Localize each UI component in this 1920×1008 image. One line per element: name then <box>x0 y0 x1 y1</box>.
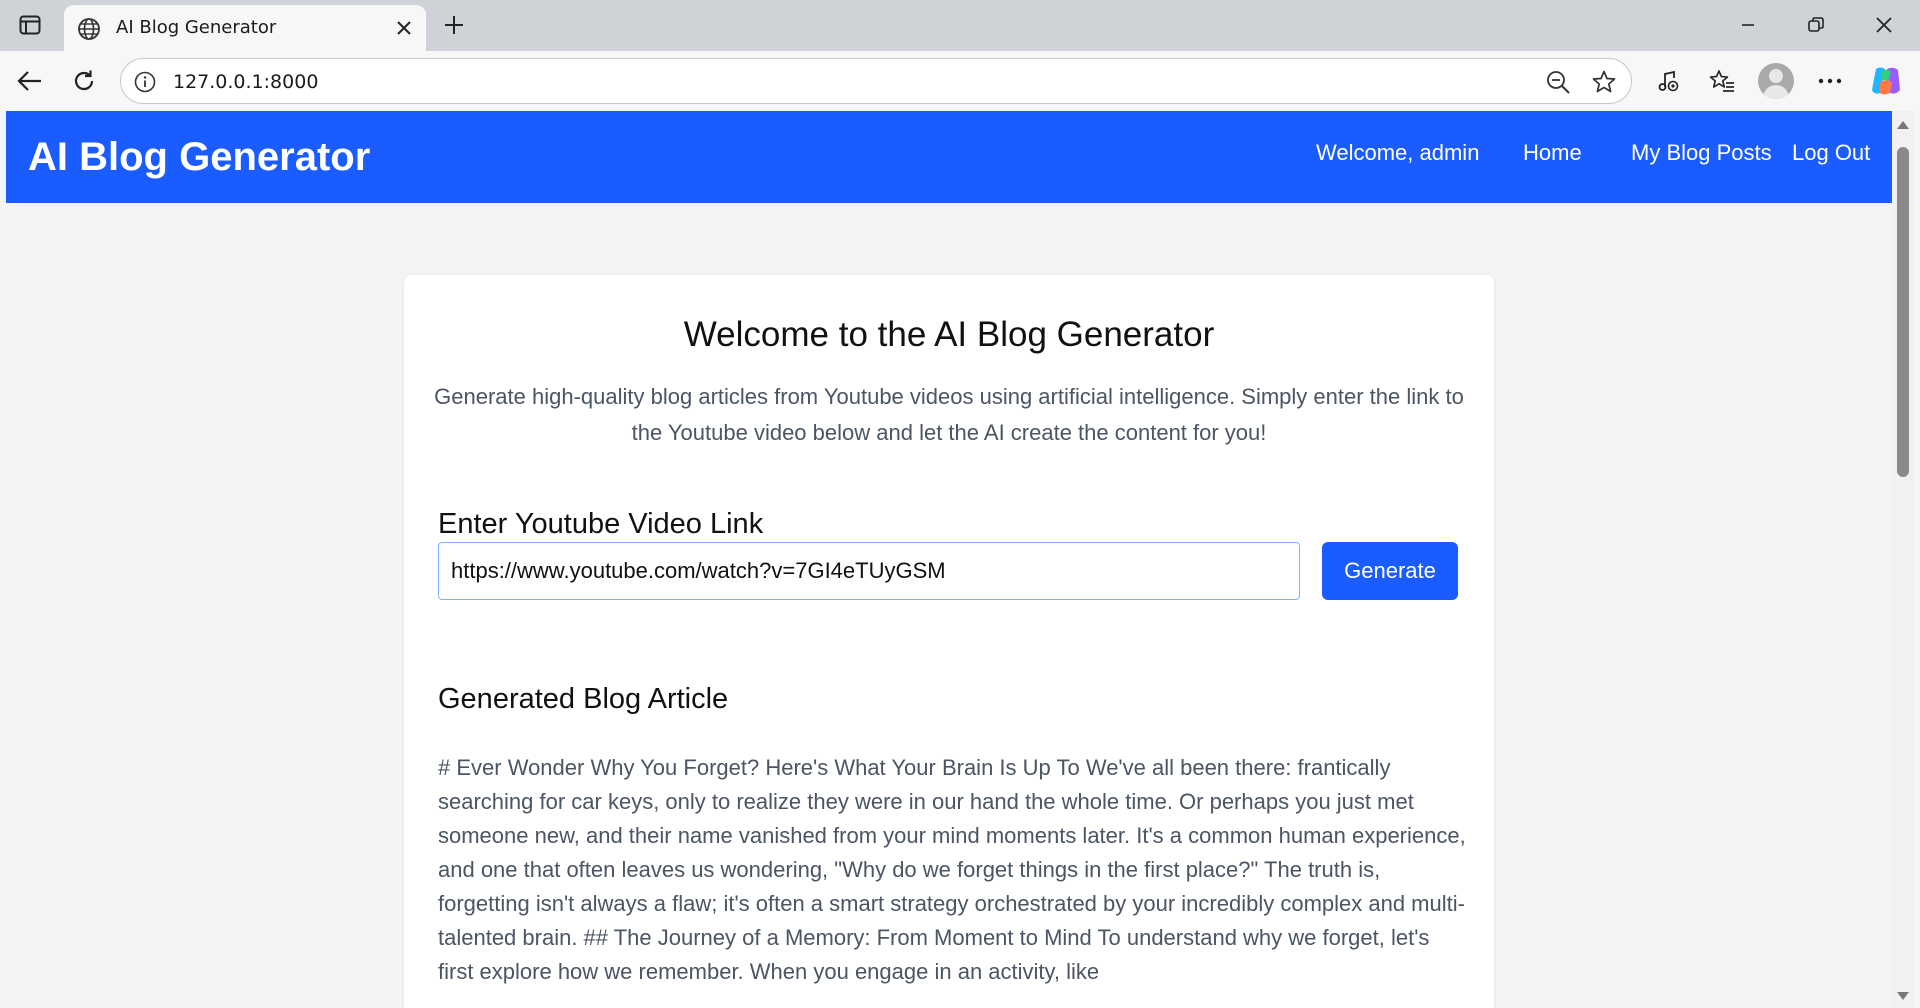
restore-icon[interactable] <box>1792 8 1840 42</box>
brand-title[interactable]: AI Blog Generator <box>28 135 370 180</box>
address-bar[interactable]: 127.0.0.1:8000 <box>120 58 1632 104</box>
page-title: Welcome to the AI Blog Generator <box>683 315 1215 354</box>
copilot-icon[interactable] <box>1868 63 1904 99</box>
browser-toolbar: 127.0.0.1:8000 <box>0 51 1920 111</box>
browser-tab[interactable]: AI Blog Generator <box>64 5 426 51</box>
generate-button[interactable]: Generate <box>1322 542 1458 600</box>
more-options-icon[interactable] <box>1812 63 1848 99</box>
zoom-out-icon[interactable] <box>1545 69 1571 95</box>
minimize-icon[interactable] <box>1724 8 1772 42</box>
favorite-star-icon[interactable] <box>1591 69 1617 95</box>
url-text: 127.0.0.1:8000 <box>173 71 319 93</box>
article-heading: Generated Blog Article <box>438 683 729 715</box>
tab-title: AI Blog Generator <box>116 17 277 38</box>
app-header: AI Blog Generator Welcome, admin Home My… <box>6 111 1892 203</box>
media-control-icon[interactable] <box>1650 63 1686 99</box>
scroll-up-arrow-icon[interactable] <box>1897 121 1909 129</box>
nav-home-link[interactable]: Home <box>1523 140 1582 166</box>
scrollbar-thumb[interactable] <box>1897 147 1909 477</box>
nav-my-blog-posts-link[interactable]: My Blog Posts <box>1631 140 1772 166</box>
back-arrow-icon[interactable] <box>12 63 48 99</box>
new-tab-icon[interactable] <box>438 9 470 41</box>
profile-avatar-icon[interactable] <box>1758 63 1794 99</box>
close-window-icon[interactable] <box>1860 8 1908 42</box>
scroll-down-arrow-icon[interactable] <box>1897 992 1909 1000</box>
favorites-list-icon[interactable] <box>1704 63 1740 99</box>
tab-actions-icon[interactable] <box>12 10 48 40</box>
nav-logout-link[interactable]: Log Out <box>1792 140 1870 166</box>
refresh-icon[interactable] <box>66 63 102 99</box>
page-scrollbar[interactable] <box>1892 111 1914 1008</box>
youtube-link-input[interactable] <box>438 542 1300 600</box>
close-tab-icon[interactable] <box>392 16 416 40</box>
intro-text: Generate high-quality blog articles from… <box>434 384 1464 445</box>
welcome-text: Welcome, admin <box>1316 140 1480 165</box>
link-section-heading: Enter Youtube Video Link <box>438 508 764 540</box>
browser-tab-strip: AI Blog Generator <box>0 0 1920 51</box>
globe-icon <box>76 16 102 42</box>
generator-card: Welcome to the AI Blog Generator Generat… <box>404 275 1494 1008</box>
page-viewport: AI Blog Generator Welcome, admin Home My… <box>6 111 1892 1008</box>
site-info-icon[interactable] <box>133 70 157 94</box>
generated-article-text: # Ever Wonder Why You Forget? Here's Wha… <box>438 755 1466 984</box>
